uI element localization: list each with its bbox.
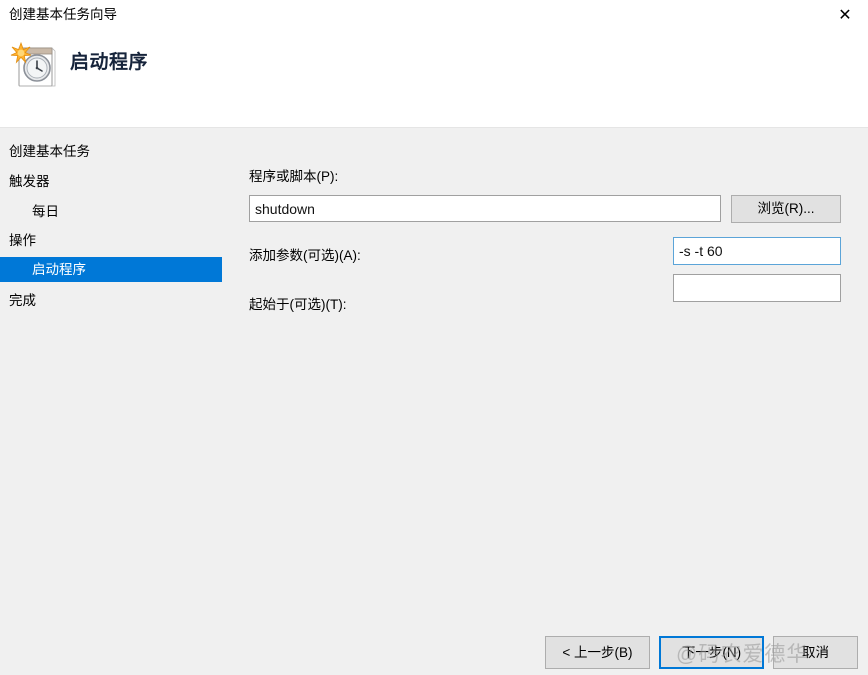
close-button[interactable]: ✕ (822, 0, 868, 30)
task-scheduler-calendar-clock-icon (8, 40, 60, 92)
wizard-header: 启动程序 (0, 30, 868, 128)
back-button[interactable]: < 上一步(B) (545, 636, 650, 669)
page-title: 启动程序 (70, 52, 149, 73)
wizard-body: 创建基本任务 触发器 每日 操作 启动程序 完成 程序或脚本(P): 浏览(R)… (0, 129, 868, 675)
close-icon: ✕ (838, 5, 852, 24)
wizard-footer: < 上一步(B) 下一步(N) 取消 (0, 129, 868, 675)
title-bar: 创建基本任务向导 ✕ (0, 0, 868, 30)
cancel-button[interactable]: 取消 (773, 636, 858, 669)
window-title: 创建基本任务向导 (9, 7, 117, 22)
next-button[interactable]: 下一步(N) (659, 636, 764, 669)
